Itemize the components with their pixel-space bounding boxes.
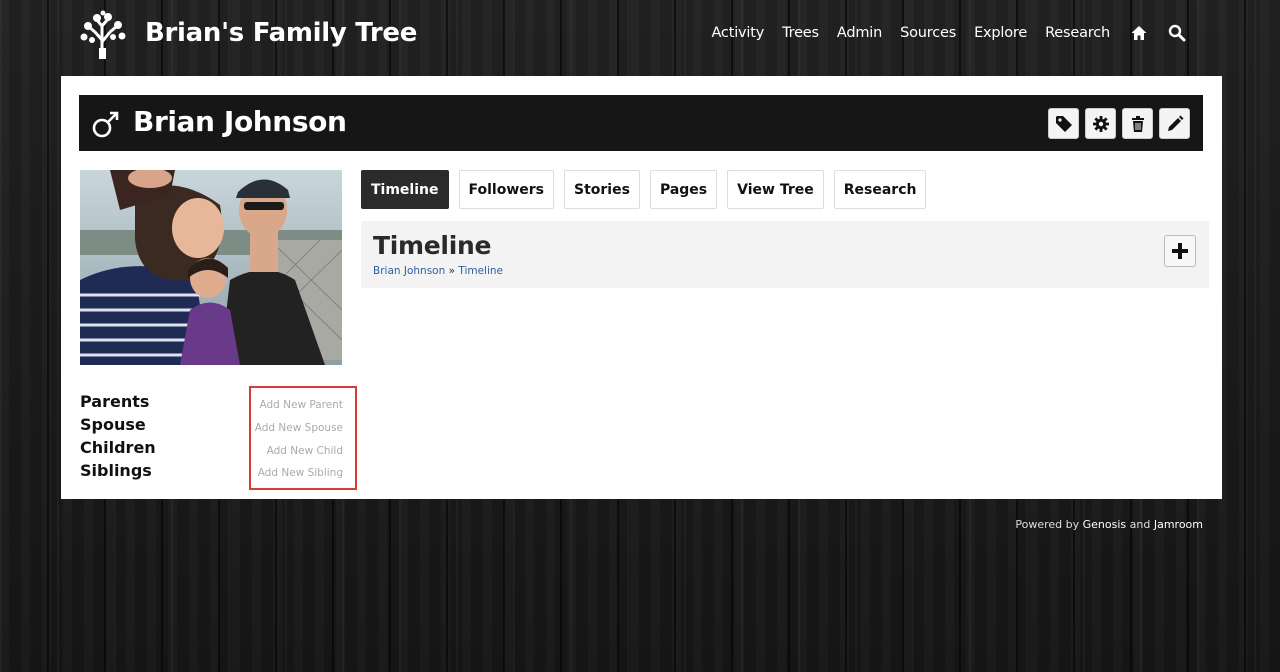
footer-prefix: Powered by: [1015, 518, 1083, 531]
add-new-spouse-link[interactable]: Add New Spouse: [251, 417, 343, 440]
main-nav: Activity Trees Admin Sources Explore Res…: [693, 24, 1186, 42]
tab-timeline[interactable]: Timeline: [361, 170, 449, 209]
relation-siblings-label: Siblings: [80, 461, 152, 480]
plus-icon: [1172, 243, 1188, 259]
add-new-child-link[interactable]: Add New Child: [251, 440, 343, 463]
tag-icon: [1055, 115, 1072, 132]
relation-children-label: Children: [80, 438, 156, 457]
site-footer: Powered by Genosis and Jamroom: [1015, 518, 1203, 531]
nav-explore[interactable]: Explore: [974, 25, 1027, 41]
trash-icon: [1131, 115, 1144, 132]
home-icon[interactable]: [1130, 24, 1148, 42]
nav-sources[interactable]: Sources: [900, 25, 956, 41]
male-symbol-icon: [92, 111, 119, 138]
delete-button[interactable]: [1122, 108, 1153, 139]
profile-tabs: Timeline Followers Stories Pages View Tr…: [361, 170, 936, 209]
add-timeline-entry-button[interactable]: [1164, 235, 1196, 267]
site-header: Brian's Family Tree Activity Trees Admin…: [0, 0, 1280, 72]
timeline-title: Timeline: [373, 231, 492, 260]
breadcrumb-timeline-link[interactable]: Timeline: [458, 265, 503, 277]
profile-header: Brian Johnson: [79, 95, 1203, 151]
profile-name: Brian Johnson: [133, 105, 347, 138]
tab-view-tree[interactable]: View Tree: [727, 170, 824, 209]
settings-button[interactable]: [1085, 108, 1116, 139]
search-icon[interactable]: [1168, 24, 1186, 42]
breadcrumb-separator: »: [445, 265, 459, 277]
relation-spouse-label: Spouse: [80, 415, 146, 434]
tab-followers[interactable]: Followers: [458, 170, 554, 209]
footer-middle: and: [1126, 518, 1154, 531]
profile-photo[interactable]: [80, 170, 342, 365]
nav-admin[interactable]: Admin: [837, 25, 882, 41]
nav-trees[interactable]: Trees: [782, 25, 819, 41]
add-relations-highlight: Add New Parent Add New Spouse Add New Ch…: [249, 386, 357, 490]
breadcrumb-person-link[interactable]: Brian Johnson: [373, 265, 445, 277]
profile-actions: [1042, 108, 1190, 139]
pencil-icon: [1167, 115, 1183, 131]
edit-button[interactable]: [1159, 108, 1190, 139]
tab-pages[interactable]: Pages: [649, 170, 718, 209]
tag-button[interactable]: [1048, 108, 1079, 139]
family-photo: [80, 170, 342, 365]
add-new-parent-link[interactable]: Add New Parent: [251, 394, 343, 417]
nav-research[interactable]: Research: [1045, 25, 1110, 41]
gear-icon: [1092, 115, 1109, 132]
breadcrumb: Brian Johnson » Timeline: [373, 265, 503, 277]
tab-stories[interactable]: Stories: [564, 170, 640, 209]
footer-jamroom-link[interactable]: Jamroom: [1154, 518, 1203, 531]
profile-panel: Brian Johnson Parents Spouse Children Si…: [61, 76, 1222, 499]
timeline-header: Timeline Brian Johnson » Timeline: [361, 221, 1209, 288]
add-new-sibling-link[interactable]: Add New Sibling: [251, 462, 343, 485]
relations-list: Parents Spouse Children Siblings: [80, 390, 156, 482]
nav-activity[interactable]: Activity: [711, 25, 764, 41]
relation-parents-label: Parents: [80, 392, 150, 411]
tab-research[interactable]: Research: [833, 170, 927, 209]
tree-logo-icon[interactable]: [80, 10, 128, 60]
footer-genosis-link[interactable]: Genosis: [1083, 518, 1127, 531]
site-title[interactable]: Brian's Family Tree: [145, 18, 417, 48]
